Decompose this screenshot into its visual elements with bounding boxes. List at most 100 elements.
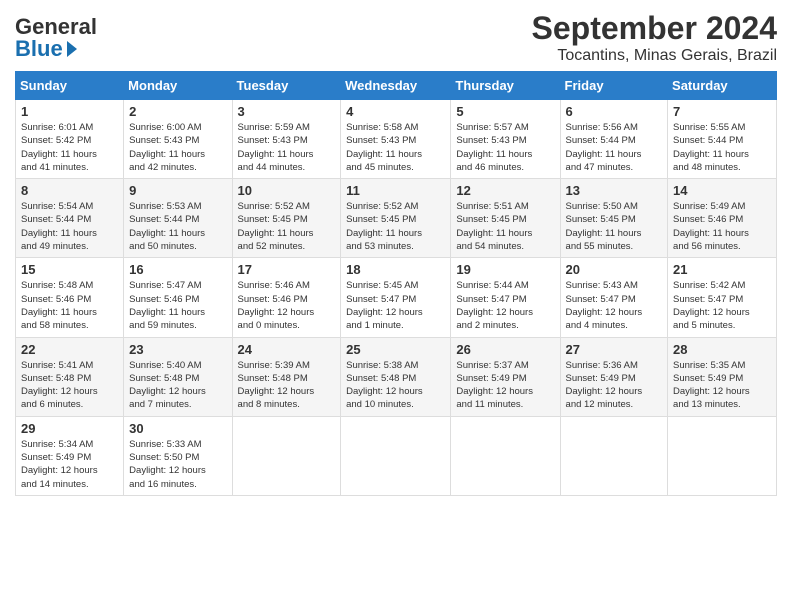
calendar-week-2: 8 Sunrise: 5:54 AM Sunset: 5:44 PM Daylig…: [16, 179, 777, 258]
month-title: September 2024: [532, 10, 777, 47]
table-row: 12 Sunrise: 5:51 AM Sunset: 5:45 PM Dayli…: [451, 179, 560, 258]
day-number: 2: [129, 104, 226, 119]
day-number: 13: [566, 183, 663, 198]
day-number: 11: [346, 183, 445, 198]
logo-triangle-icon: [67, 41, 77, 57]
day-info: Sunrise: 5:51 AM Sunset: 5:45 PM Dayligh…: [456, 200, 554, 253]
day-number: 25: [346, 342, 445, 357]
table-row: 7 Sunrise: 5:55 AM Sunset: 5:44 PM Daylig…: [668, 100, 777, 179]
table-row: [341, 416, 451, 495]
day-number: 4: [346, 104, 445, 119]
day-info: Sunrise: 5:49 AM Sunset: 5:46 PM Dayligh…: [673, 200, 771, 253]
day-number: 3: [238, 104, 336, 119]
table-row: 27 Sunrise: 5:36 AM Sunset: 5:49 PM Dayli…: [560, 337, 668, 416]
day-number: 7: [673, 104, 771, 119]
col-sunday: Sunday: [16, 72, 124, 100]
table-row: 19 Sunrise: 5:44 AM Sunset: 5:47 PM Dayli…: [451, 258, 560, 337]
table-row: [560, 416, 668, 495]
day-info: Sunrise: 5:35 AM Sunset: 5:49 PM Dayligh…: [673, 359, 771, 412]
day-number: 20: [566, 262, 663, 277]
day-number: 9: [129, 183, 226, 198]
day-number: 23: [129, 342, 226, 357]
day-info: Sunrise: 5:56 AM Sunset: 5:44 PM Dayligh…: [566, 121, 663, 174]
day-info: Sunrise: 5:52 AM Sunset: 5:45 PM Dayligh…: [238, 200, 336, 253]
table-row: 15 Sunrise: 5:48 AM Sunset: 5:46 PM Dayli…: [16, 258, 124, 337]
table-row: 16 Sunrise: 5:47 AM Sunset: 5:46 PM Dayli…: [124, 258, 232, 337]
day-info: Sunrise: 5:48 AM Sunset: 5:46 PM Dayligh…: [21, 279, 118, 332]
table-row: 4Sunrise: 5:58 AM Sunset: 5:43 PM Daylig…: [341, 100, 451, 179]
day-number: 24: [238, 342, 336, 357]
day-info: Sunrise: 5:42 AM Sunset: 5:47 PM Dayligh…: [673, 279, 771, 332]
day-number: 8: [21, 183, 118, 198]
day-number: 15: [21, 262, 118, 277]
table-row: 30Sunrise: 5:33 AM Sunset: 5:50 PM Dayli…: [124, 416, 232, 495]
day-number: 26: [456, 342, 554, 357]
day-number: 17: [238, 262, 336, 277]
day-number: 5: [456, 104, 554, 119]
day-number: 14: [673, 183, 771, 198]
day-info: Sunrise: 5:44 AM Sunset: 5:47 PM Dayligh…: [456, 279, 554, 332]
col-monday: Monday: [124, 72, 232, 100]
table-row: 13Sunrise: 5:50 AM Sunset: 5:45 PM Dayli…: [560, 179, 668, 258]
table-row: 8 Sunrise: 5:54 AM Sunset: 5:44 PM Daylig…: [16, 179, 124, 258]
calendar-week-5: 29 Sunrise: 5:34 AM Sunset: 5:49 PM Dayli…: [16, 416, 777, 495]
table-row: 26 Sunrise: 5:37 AM Sunset: 5:49 PM Dayli…: [451, 337, 560, 416]
col-wednesday: Wednesday: [341, 72, 451, 100]
day-info: Sunrise: 5:59 AM Sunset: 5:43 PM Dayligh…: [238, 121, 336, 174]
table-row: 22Sunrise: 5:41 AM Sunset: 5:48 PM Dayli…: [16, 337, 124, 416]
day-info: Sunrise: 5:45 AM Sunset: 5:47 PM Dayligh…: [346, 279, 445, 332]
col-saturday: Saturday: [668, 72, 777, 100]
day-number: 18: [346, 262, 445, 277]
day-info: Sunrise: 5:54 AM Sunset: 5:44 PM Dayligh…: [21, 200, 118, 253]
day-info: Sunrise: 5:34 AM Sunset: 5:49 PM Dayligh…: [21, 438, 118, 491]
col-tuesday: Tuesday: [232, 72, 341, 100]
day-info: Sunrise: 5:36 AM Sunset: 5:49 PM Dayligh…: [566, 359, 663, 412]
day-info: Sunrise: 5:41 AM Sunset: 5:48 PM Dayligh…: [21, 359, 118, 412]
logo-general-text: General: [15, 16, 97, 38]
table-row: [232, 416, 341, 495]
calendar-week-4: 22Sunrise: 5:41 AM Sunset: 5:48 PM Dayli…: [16, 337, 777, 416]
day-info: Sunrise: 5:40 AM Sunset: 5:48 PM Dayligh…: [129, 359, 226, 412]
day-info: Sunrise: 5:46 AM Sunset: 5:46 PM Dayligh…: [238, 279, 336, 332]
day-number: 1: [21, 104, 118, 119]
day-info: Sunrise: 6:01 AM Sunset: 5:42 PM Dayligh…: [21, 121, 118, 174]
day-number: 30: [129, 421, 226, 436]
table-row: 9 Sunrise: 5:53 AM Sunset: 5:44 PM Daylig…: [124, 179, 232, 258]
table-row: 29 Sunrise: 5:34 AM Sunset: 5:49 PM Dayli…: [16, 416, 124, 495]
table-row: 3 Sunrise: 5:59 AM Sunset: 5:43 PM Daylig…: [232, 100, 341, 179]
day-number: 6: [566, 104, 663, 119]
day-info: Sunrise: 5:43 AM Sunset: 5:47 PM Dayligh…: [566, 279, 663, 332]
header-row: Sunday Monday Tuesday Wednesday Thursday…: [16, 72, 777, 100]
day-info: Sunrise: 5:53 AM Sunset: 5:44 PM Dayligh…: [129, 200, 226, 253]
day-info: Sunrise: 5:55 AM Sunset: 5:44 PM Dayligh…: [673, 121, 771, 174]
table-row: 18 Sunrise: 5:45 AM Sunset: 5:47 PM Dayli…: [341, 258, 451, 337]
table-row: 1 Sunrise: 6:01 AM Sunset: 5:42 PM Daylig…: [16, 100, 124, 179]
day-info: Sunrise: 5:38 AM Sunset: 5:48 PM Dayligh…: [346, 359, 445, 412]
day-info: Sunrise: 5:47 AM Sunset: 5:46 PM Dayligh…: [129, 279, 226, 332]
day-number: 19: [456, 262, 554, 277]
table-row: 24Sunrise: 5:39 AM Sunset: 5:48 PM Dayli…: [232, 337, 341, 416]
table-row: [451, 416, 560, 495]
table-row: 17 Sunrise: 5:46 AM Sunset: 5:46 PM Dayli…: [232, 258, 341, 337]
day-number: 12: [456, 183, 554, 198]
day-number: 10: [238, 183, 336, 198]
day-info: Sunrise: 5:37 AM Sunset: 5:49 PM Dayligh…: [456, 359, 554, 412]
logo: General Blue: [15, 16, 97, 60]
day-info: Sunrise: 6:00 AM Sunset: 5:43 PM Dayligh…: [129, 121, 226, 174]
table-row: 14 Sunrise: 5:49 AM Sunset: 5:46 PM Dayli…: [668, 179, 777, 258]
table-row: [668, 416, 777, 495]
calendar-week-3: 15 Sunrise: 5:48 AM Sunset: 5:46 PM Dayli…: [16, 258, 777, 337]
table-row: 23 Sunrise: 5:40 AM Sunset: 5:48 PM Dayli…: [124, 337, 232, 416]
day-number: 28: [673, 342, 771, 357]
col-friday: Friday: [560, 72, 668, 100]
day-number: 27: [566, 342, 663, 357]
table-row: 2 Sunrise: 6:00 AM Sunset: 5:43 PM Daylig…: [124, 100, 232, 179]
day-info: Sunrise: 5:52 AM Sunset: 5:45 PM Dayligh…: [346, 200, 445, 253]
col-thursday: Thursday: [451, 72, 560, 100]
calendar-table: Sunday Monday Tuesday Wednesday Thursday…: [15, 71, 777, 496]
day-number: 29: [21, 421, 118, 436]
day-info: Sunrise: 5:57 AM Sunset: 5:43 PM Dayligh…: [456, 121, 554, 174]
table-row: 20 Sunrise: 5:43 AM Sunset: 5:47 PM Dayli…: [560, 258, 668, 337]
day-number: 16: [129, 262, 226, 277]
table-row: 21Sunrise: 5:42 AM Sunset: 5:47 PM Dayli…: [668, 258, 777, 337]
